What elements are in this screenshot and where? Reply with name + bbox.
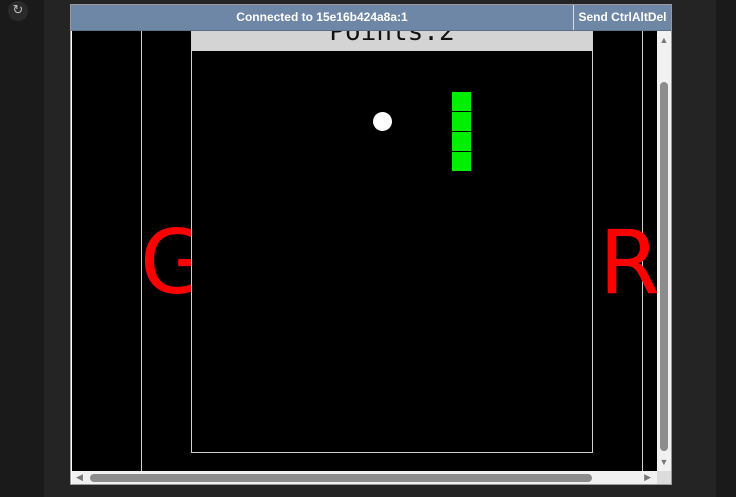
snake-segment [452,132,471,151]
game-board[interactable]: Points:2 [191,31,593,453]
snake-segment [452,112,471,131]
snake-segment [452,152,471,171]
scroll-right-icon[interactable]: ▶ [644,471,651,484]
scroll-left-icon[interactable]: ◀ [76,471,83,484]
points-bar: Points:2 [192,31,592,51]
vertical-scroll-thumb[interactable] [660,82,668,451]
vnc-viewer-window: Connected to 15e16b424a8a:1 Send CtrlAlt… [70,4,672,485]
left-sidebar-strip: ↻ [0,0,44,497]
ball [373,112,392,131]
remote-screen[interactable]: G R Points:2 [72,31,657,471]
horizontal-scroll-thumb[interactable] [90,474,592,482]
vertical-scrollbar[interactable]: ▲ ▼ [657,31,671,471]
send-ctrl-alt-del-button[interactable]: Send CtrlAltDel [573,5,671,30]
scroll-down-icon[interactable]: ▼ [657,457,671,467]
connection-status-title: Connected to 15e16b424a8a:1 [236,10,408,24]
scrollbar-corner [657,471,671,484]
right-letter: R [599,211,657,314]
horizontal-scrollbar[interactable]: ◀ ▶ [72,471,657,484]
vnc-titlebar: Connected to 15e16b424a8a:1 Send CtrlAlt… [71,5,671,31]
refresh-icon[interactable]: ↻ [8,1,28,21]
scroll-up-icon[interactable]: ▲ [657,35,671,45]
snake-segment [452,92,471,111]
points-label: Points:2 [329,31,455,47]
right-sidebar-strip [716,0,736,497]
